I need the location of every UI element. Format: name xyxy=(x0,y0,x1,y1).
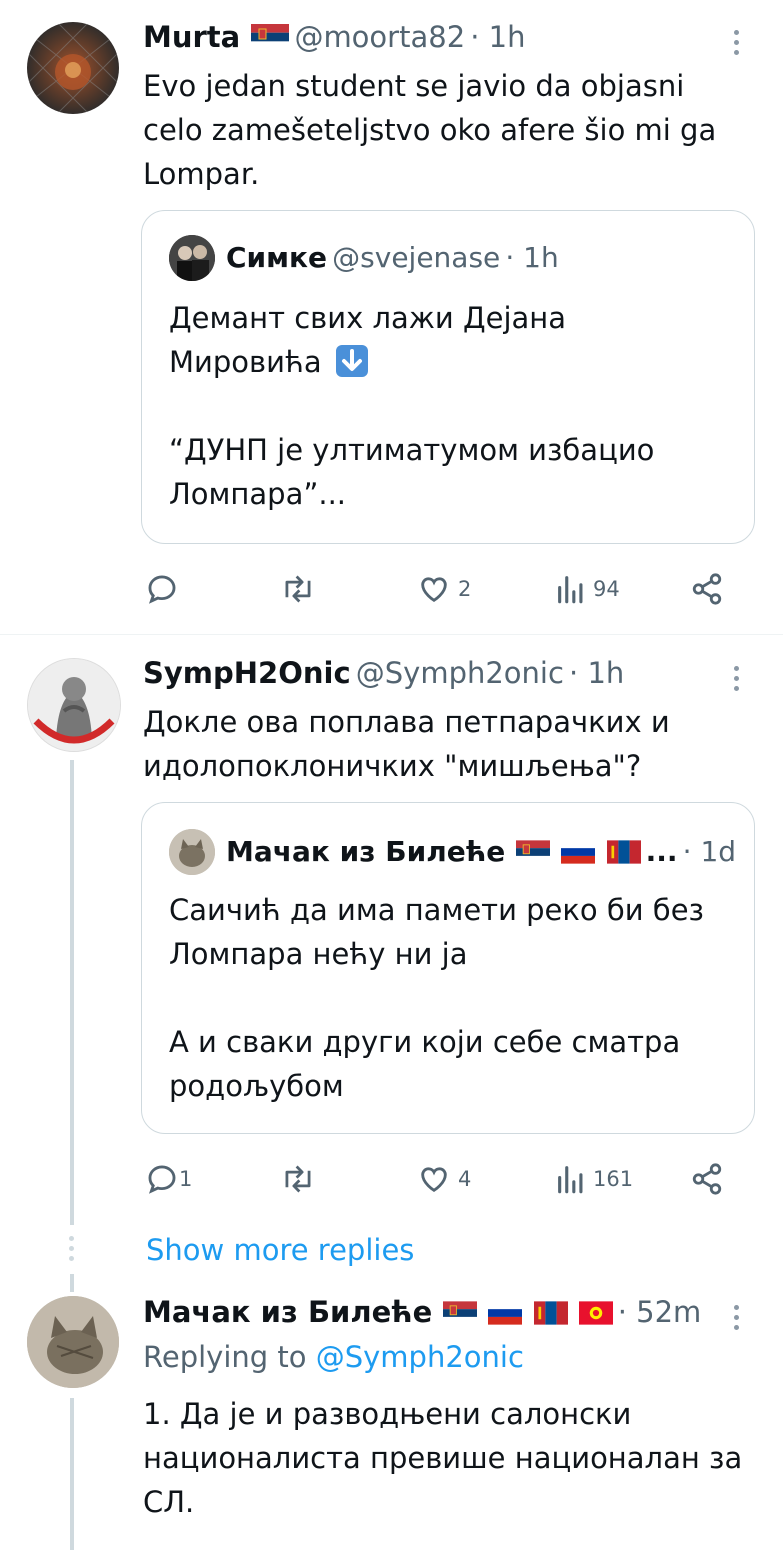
statue-avatar-icon xyxy=(28,659,120,751)
mongolia-flag-icon xyxy=(533,1301,568,1325)
reply-icon xyxy=(148,575,176,604)
serbia-flag-icon xyxy=(251,24,290,50)
thread-line xyxy=(70,760,74,1225)
views-button[interactable]: 94 xyxy=(555,572,620,606)
replying-to-handle-link[interactable]: @Symph2onic xyxy=(316,1340,524,1374)
share-button[interactable] xyxy=(690,572,724,606)
quote-author-handle: @svejenase xyxy=(332,241,501,274)
quote-avatar xyxy=(169,829,215,875)
reply-button[interactable]: 1 xyxy=(145,1162,192,1196)
like-button[interactable]: 4 xyxy=(416,1162,471,1196)
russia-flag-icon xyxy=(488,1301,523,1325)
author-name[interactable]: Мачак из Билеће xyxy=(143,1295,432,1329)
divider xyxy=(0,634,783,635)
like-icon xyxy=(421,577,447,603)
serbia-flag-icon xyxy=(443,1301,478,1325)
reply-button[interactable] xyxy=(145,572,179,606)
tweet-time[interactable]: · 1h xyxy=(470,20,525,54)
author-name[interactable]: SympH2Onic xyxy=(143,656,351,690)
tweet-text: Докле ова поплава петпарачких и идолопок… xyxy=(143,705,670,783)
repost-button[interactable] xyxy=(280,572,316,606)
tweet-header: SympH2Onic @Symph2onic · 1h xyxy=(143,656,624,690)
tweet-header: Мачак из Билеће · 52m xyxy=(143,1295,701,1329)
tweet-text: 1. Да је и разводњени салонски национали… xyxy=(143,1397,743,1519)
share-icon xyxy=(692,573,722,605)
people-photo-icon xyxy=(169,235,215,281)
like-button[interactable]: 2 xyxy=(416,572,471,606)
cat-avatar-icon xyxy=(169,829,215,875)
tweet-time[interactable]: · 1h xyxy=(569,656,624,690)
quote-text: Саичић да има памети реко би без Ломпара… xyxy=(169,893,704,1103)
more-icon[interactable] xyxy=(734,1305,740,1335)
like-icon xyxy=(421,1167,447,1193)
avatar[interactable] xyxy=(27,658,121,752)
repost-icon xyxy=(285,575,311,603)
tweet-text: Evo jedan student se javio da objasni ce… xyxy=(143,69,717,191)
views-button[interactable]: 161 xyxy=(555,1162,633,1196)
tweet-time[interactable]: · 52m xyxy=(618,1295,702,1329)
more-icon[interactable] xyxy=(734,666,740,696)
quote-author-handle: ... xyxy=(645,835,678,868)
thread-line xyxy=(70,1274,74,1292)
serbia-flag-icon xyxy=(516,840,551,864)
arrow-down-emoji-icon xyxy=(335,345,368,377)
quote-tweet[interactable]: Симке @svejenase · 1h Демант свих лажи Д… xyxy=(141,210,755,544)
quote-time: · 1h xyxy=(505,241,559,274)
avatar-pattern-icon xyxy=(27,22,119,114)
repost-icon xyxy=(285,1165,311,1193)
author-name[interactable]: Murta xyxy=(143,20,240,54)
cat-avatar-icon xyxy=(27,1296,119,1388)
quote-author-name: Мачак из Билеће xyxy=(226,835,506,868)
author-handle[interactable]: @moorta82 xyxy=(294,20,465,54)
views-icon xyxy=(558,1166,583,1194)
thread-line xyxy=(70,1398,74,1550)
avatar[interactable] xyxy=(27,22,119,114)
views-icon xyxy=(558,576,583,604)
avatar[interactable] xyxy=(27,1296,119,1388)
show-more-replies-link[interactable]: Show more replies xyxy=(146,1233,414,1267)
quote-header: Симке @svejenase · 1h xyxy=(226,241,559,274)
quote-tweet[interactable]: Мачак из Билеће ... · 1d Саичић да има п… xyxy=(141,802,755,1134)
mongolia-flag-icon xyxy=(606,840,641,864)
quote-author-name: Симке xyxy=(226,241,328,274)
repost-button[interactable] xyxy=(280,1162,316,1196)
russia-flag-icon xyxy=(561,840,596,864)
thread-dots xyxy=(69,1236,74,1261)
kyrgyzstan-flag-icon xyxy=(578,1301,613,1325)
quote-avatar xyxy=(169,235,215,281)
reply-icon xyxy=(148,1165,176,1194)
quote-text: Демант свих лажи Дејана Мировића “ДУНП ј… xyxy=(169,301,655,511)
author-handle[interactable]: @Symph2onic xyxy=(356,656,564,690)
more-icon[interactable] xyxy=(734,30,740,60)
quote-time: · 1d xyxy=(682,835,737,868)
share-button[interactable] xyxy=(690,1162,724,1196)
replying-to: Replying to @Symph2onic xyxy=(143,1340,524,1374)
tweet-header: Murta @moorta82 · 1h xyxy=(143,20,526,54)
quote-header: Мачак из Билеће ... · 1d xyxy=(226,835,736,868)
share-icon xyxy=(692,1163,722,1195)
